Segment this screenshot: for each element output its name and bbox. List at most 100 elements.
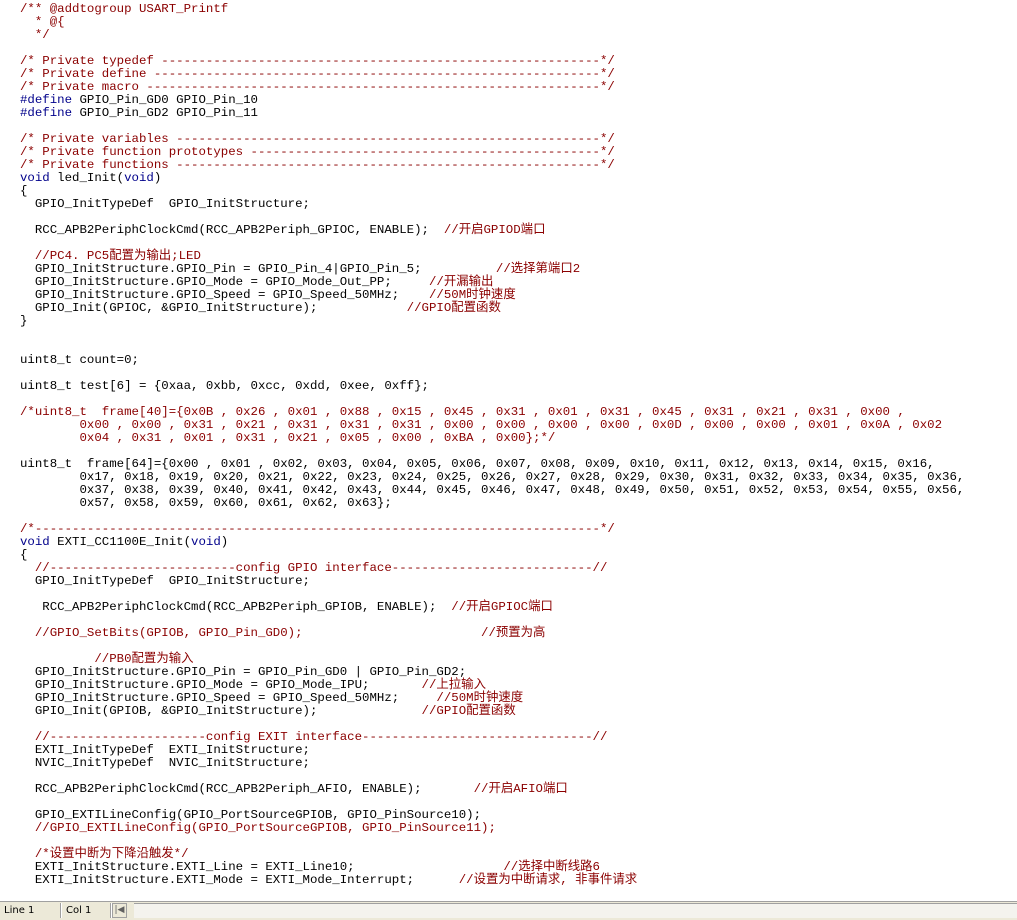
code-text-area[interactable]: /** @addtogroup USART_Printf * @{ */ /* … [20, 3, 964, 887]
code-comment: //---------------------config EXIT inter… [20, 730, 608, 744]
code-comment: /* Private functions -------------------… [20, 158, 615, 172]
code-comment: //选择第端口2 [495, 262, 581, 276]
code-text: GPIO_InitStructure.GPIO_Mode = GPIO_Mode… [20, 678, 422, 692]
code-line: #define GPIO_Pin_GD2 GPIO_Pin_11 [20, 107, 964, 120]
code-text: GPIO_InitStructure.GPIO_Mode = GPIO_Mode… [20, 275, 429, 289]
code-text: led_Init( [49, 171, 125, 185]
code-line: * @{ [20, 16, 964, 29]
code-comment: /** @addtogroup USART_Printf [20, 2, 229, 16]
code-comment: /* Private variables -------------------… [20, 132, 615, 146]
code-text: ) [153, 171, 162, 185]
code-text: { [20, 184, 28, 198]
code-comment: /*设置中断为下降沿触发*/ [20, 847, 189, 861]
code-keyword: #define [20, 93, 73, 107]
code-comment: 0x00 , 0x00 , 0x31 , 0x21 , 0x31 , 0x31 … [20, 418, 943, 432]
code-comment: //PC4. PC5配置为输出;LED [20, 249, 201, 263]
code-keyword: #define [20, 106, 73, 120]
code-comment: //GPIO_SetBits(GPIOB, GPIO_Pin_GD0); //预… [20, 626, 546, 640]
code-line: void EXTI_CC1100E_Init(void) [20, 536, 964, 549]
code-comment: //上拉输入 [421, 678, 486, 692]
code-line: uint8_t test[6] = {0xaa, 0xbb, 0xcc, 0xd… [20, 380, 964, 393]
code-line: GPIO_InitTypeDef GPIO_InitStructure; [20, 575, 964, 588]
code-text: RCC_APB2PeriphClockCmd(RCC_APB2Periph_AF… [20, 782, 474, 796]
horizontal-scroll-track[interactable] [134, 903, 1017, 918]
code-text: uint8_t frame[64]={0x00 , 0x01 , 0x02, 0… [20, 457, 935, 471]
code-comment: /* Private macro -----------------------… [20, 80, 615, 94]
code-comment: /* Private define ----------------------… [20, 67, 615, 81]
code-text: GPIO_InitTypeDef GPIO_InitStructure; [20, 197, 310, 211]
code-text: GPIO_InitStructure.GPIO_Pin = GPIO_Pin_G… [20, 665, 467, 679]
code-text: GPIO_Pin_GD0 GPIO_Pin_10 [72, 93, 258, 107]
code-comment: //GPIO_EXTILineConfig(GPIO_PortSourceGPI… [20, 821, 496, 835]
code-comment: //设置为中断请求, 非事件请求 [458, 873, 638, 887]
code-comment: * @{ [20, 15, 65, 29]
code-comment: /*--------------------------------------… [20, 522, 615, 536]
code-keyword: void [191, 535, 221, 549]
code-line: 0x57, 0x58, 0x59, 0x60, 0x61, 0x62, 0x63… [20, 497, 964, 510]
code-text: uint8_t test[6] = {0xaa, 0xbb, 0xcc, 0xd… [20, 379, 429, 393]
code-text: uint8_t count=0; [20, 353, 139, 367]
code-comment: */ [20, 28, 50, 42]
code-line: void led_Init(void) [20, 172, 964, 185]
code-line: RCC_APB2PeriphClockCmd(RCC_APB2Periph_GP… [20, 224, 964, 237]
code-keyword: void [20, 171, 50, 185]
code-line: uint8_t count=0; [20, 354, 964, 367]
code-text: RCC_APB2PeriphClockCmd(RCC_APB2Periph_GP… [20, 223, 444, 237]
code-line: GPIO_Init(GPIOB, &GPIO_InitStructure); /… [20, 705, 964, 718]
scroll-left-end-icon[interactable]: |◀ [112, 903, 127, 918]
code-comment: /* Private function prototypes ---------… [20, 145, 615, 159]
code-line: EXTI_InitStructure.EXTI_Mode = EXTI_Mode… [20, 874, 964, 887]
code-comment: //GPIO配置函数 [406, 301, 501, 315]
code-text: GPIO_EXTILineConfig(GPIO_PortSourceGPIOB… [20, 808, 482, 822]
code-keyword: void [124, 171, 154, 185]
code-text: 0x37, 0x38, 0x39, 0x40, 0x41, 0x42, 0x43… [20, 483, 965, 497]
code-line: */ [20, 29, 964, 42]
code-line: GPIO_Init(GPIOC, &GPIO_InitStructure); /… [20, 302, 964, 315]
code-line: /** @addtogroup USART_Printf [20, 3, 964, 16]
column-indicator: Col 1 [66, 905, 92, 916]
code-line: NVIC_InitTypeDef NVIC_InitStructure; [20, 757, 964, 770]
code-keyword: void [20, 535, 50, 549]
code-text: 0x57, 0x58, 0x59, 0x60, 0x61, 0x62, 0x63… [20, 496, 392, 510]
code-line: } [20, 315, 964, 328]
code-text: GPIO_InitTypeDef GPIO_InitStructure; [20, 574, 310, 588]
code-line: RCC_APB2PeriphClockCmd(RCC_APB2Periph_AF… [20, 783, 964, 796]
status-separator [60, 903, 62, 918]
code-comment: //GPIO配置函数 [421, 704, 516, 718]
code-line: //GPIO_EXTILineConfig(GPIO_PortSourceGPI… [20, 822, 964, 835]
code-line: RCC_APB2PeriphClockCmd(RCC_APB2Periph_GP… [20, 601, 964, 614]
code-text: RCC_APB2PeriphClockCmd(RCC_APB2Periph_GP… [20, 600, 452, 614]
line-indicator: Line 1 [4, 905, 35, 916]
code-comment: //PB0配置为输入 [20, 652, 194, 666]
code-text: EXTI_CC1100E_Init( [49, 535, 192, 549]
code-editor[interactable]: /** @addtogroup USART_Printf * @{ */ /* … [0, 0, 1017, 901]
code-comment: //50M时钟速度 [428, 288, 516, 302]
code-comment: //开启GPIOC端口 [451, 600, 553, 614]
code-line: //GPIO_SetBits(GPIOB, GPIO_Pin_GD0); //预… [20, 627, 964, 640]
code-comment: //开漏输出 [428, 275, 494, 289]
code-text: NVIC_InitTypeDef NVIC_InitStructure; [20, 756, 310, 770]
code-text: } [20, 314, 28, 328]
code-line: GPIO_InitTypeDef GPIO_InitStructure; [20, 198, 964, 211]
code-text: GPIO_Init(GPIOC, &GPIO_InitStructure); [20, 301, 407, 315]
code-comment: /*uint8_t frame[40]={0x0B , 0x26 , 0x01 … [20, 405, 905, 419]
code-comment: //选择中断线路6 [503, 860, 600, 874]
code-text: 0x17, 0x18, 0x19, 0x20, 0x21, 0x22, 0x23… [20, 470, 965, 484]
status-bar: Line 1 Col 1 |◀ [0, 901, 1017, 920]
code-line: 0x04 , 0x31 , 0x01 , 0x31 , 0x21 , 0x05 … [20, 432, 964, 445]
code-text: GPIO_InitStructure.GPIO_Speed = GPIO_Spe… [20, 691, 437, 705]
code-comment: //-------------------------config GPIO i… [20, 561, 608, 575]
code-text: GPIO_InitStructure.GPIO_Pin = GPIO_Pin_4… [20, 262, 496, 276]
code-text: GPIO_Pin_GD2 GPIO_Pin_11 [72, 106, 258, 120]
code-text: GPIO_Init(GPIOB, &GPIO_InitStructure); [20, 704, 422, 718]
code-comment: //50M时钟速度 [436, 691, 524, 705]
code-text: EXTI_InitStructure.EXTI_Line = EXTI_Line… [20, 860, 504, 874]
code-text: EXTI_InitStructure.EXTI_Mode = EXTI_Mode… [20, 873, 459, 887]
code-text: EXTI_InitTypeDef EXTI_InitStructure; [20, 743, 310, 757]
code-comment: //开启AFIO端口 [473, 782, 568, 796]
code-text: { [20, 548, 28, 562]
code-comment: //开启GPIOD端口 [443, 223, 546, 237]
code-comment: /* Private typedef ---------------------… [20, 54, 615, 68]
